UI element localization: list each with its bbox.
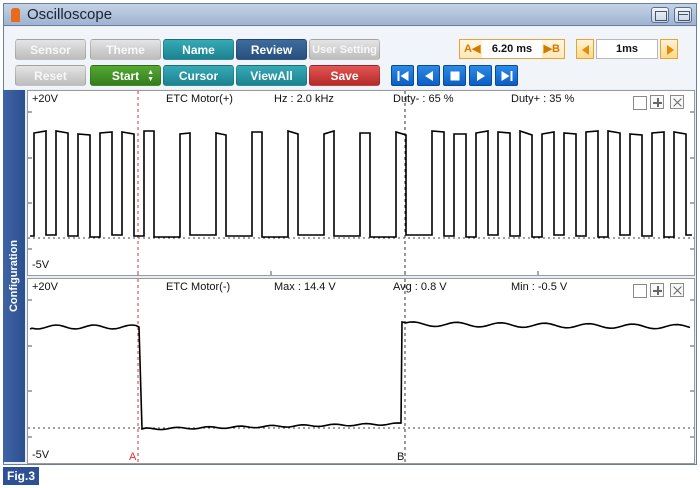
play-icon [476, 70, 485, 81]
window-title: Oscilloscope [27, 6, 113, 23]
start-button-label: Start [111, 69, 140, 83]
start-button[interactable]: Start ▲ ▼ [90, 65, 161, 86]
previous-frame-button[interactable] [417, 65, 440, 86]
cursor-a-tag: A◀ [464, 43, 481, 55]
name-button[interactable]: Name [163, 39, 234, 60]
cursor-b-tag: ▶B [543, 43, 560, 55]
sensor-button[interactable]: Sensor [15, 39, 86, 60]
toolbar: Sensor Theme Name Review User Setting Re… [4, 27, 696, 89]
save-button[interactable]: Save [309, 65, 380, 86]
cursor-delta-box: A◀ 6.20 ms ▶B [459, 39, 565, 59]
next-frame-button[interactable] [469, 65, 492, 86]
timebase-increase-button[interactable] [660, 39, 678, 59]
channel-2-top-scale: +20V [32, 281, 58, 293]
play-back-icon [424, 70, 433, 81]
timebase-field[interactable]: 1ms [596, 39, 658, 59]
title-bar: Oscilloscope [4, 4, 696, 26]
channel-2-min: Min : -0.5 V [511, 281, 568, 293]
cursor-a-marker[interactable]: A [129, 451, 136, 463]
last-frame-button[interactable] [495, 65, 518, 86]
restore-window-icon[interactable] [651, 7, 669, 23]
channel-1-top-scale: +20V [32, 93, 58, 105]
spinner-arrows-icon: ▲ ▼ [147, 69, 154, 83]
configuration-label: Configuration [8, 239, 20, 313]
timebase-decrease-button[interactable] [576, 39, 594, 59]
review-button[interactable]: Review [236, 39, 307, 60]
channel-2-max: Max : 14.4 V [274, 281, 336, 293]
channel-1-close-icon[interactable] [670, 95, 684, 109]
channel-1-plot [28, 91, 694, 275]
window-menu-icon[interactable] [674, 7, 692, 23]
channel-2-bottom-scale: -5V [32, 449, 50, 461]
channel-2-close-icon[interactable] [670, 283, 684, 297]
channel-1-select-checkbox[interactable] [633, 96, 647, 110]
configuration-sidebar[interactable]: Configuration [3, 90, 25, 462]
channel-1-duty-minus: Duty- : 65 % [393, 93, 454, 105]
right-arrow-icon [667, 45, 674, 55]
channel-2-select-checkbox[interactable] [633, 284, 647, 298]
skip-forward-icon [501, 70, 512, 81]
cursor-delta-value: 6.20 ms [482, 40, 542, 58]
app-icon [11, 8, 20, 22]
skip-back-icon [397, 70, 408, 81]
stop-icon [450, 71, 459, 80]
reset-button[interactable]: Reset [15, 65, 86, 86]
channel-1-name: ETC Motor(+) [166, 93, 233, 105]
channel-2-add-icon[interactable] [650, 283, 664, 297]
user-setting-button[interactable]: User Setting [309, 39, 380, 60]
first-frame-button[interactable] [391, 65, 414, 86]
channel-1-panel: +20V ETC Motor(+) Hz : 2.0 kHz Duty- : 6… [27, 90, 695, 276]
viewall-button[interactable]: ViewAll [236, 65, 307, 86]
left-arrow-icon [582, 45, 589, 55]
channel-2-name: ETC Motor(-) [166, 281, 231, 293]
channel-1-add-icon[interactable] [650, 95, 664, 109]
stop-button[interactable] [443, 65, 466, 86]
channel-2-avg: Avg : 0.8 V [393, 281, 447, 293]
channel-2-plot [28, 279, 694, 463]
channel-2-trace [29, 321, 691, 431]
cursor-b-marker[interactable]: B [397, 451, 404, 463]
channel-1-frequency: Hz : 2.0 kHz [274, 93, 334, 105]
channel-1-trace [30, 129, 692, 238]
channel-2-panel: +20V ETC Motor(-) Max : 14.4 V Avg : 0.8… [27, 278, 695, 464]
figure-label: Fig.3 [3, 467, 39, 485]
cursor-button[interactable]: Cursor [163, 65, 234, 86]
channel-1-duty-plus: Duty+ : 35 % [511, 93, 575, 105]
channel-1-bottom-scale: -5V [32, 259, 50, 271]
theme-button[interactable]: Theme [90, 39, 161, 60]
